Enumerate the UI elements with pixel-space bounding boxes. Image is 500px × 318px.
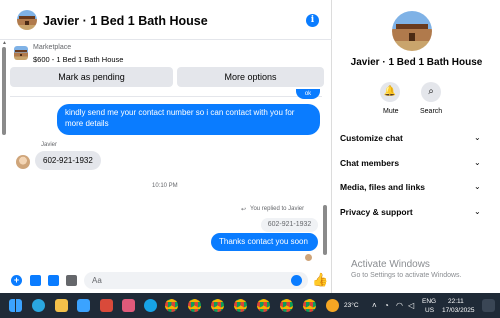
quoted-message: 602-921-1932 [261,218,318,232]
store-icon[interactable] [77,299,90,312]
file-explorer-icon[interactable] [55,299,68,312]
emoji-icon[interactable] [291,275,302,286]
listing-avatar[interactable] [17,10,37,30]
sender-avatar[interactable] [16,155,30,169]
chevron-down-icon[interactable]: ⌄ [474,182,481,191]
chevron-down-icon[interactable]: ⌄ [474,133,481,142]
more-options-button[interactable]: More options [177,67,324,87]
mark-pending-button[interactable]: Mark as pending [10,67,173,87]
read-receipt-avatar [305,254,312,261]
chrome-icon[interactable] [234,299,247,312]
section-chat-members[interactable]: Chat members [340,158,490,168]
chrome-icon[interactable] [303,299,316,312]
snipping-icon[interactable] [122,299,135,312]
search-icon[interactable]: ⌕ [421,82,441,102]
wifi-icon[interactable]: ◠ [396,301,403,310]
message-incoming-1: 602-921-1932 [35,151,101,170]
scroll-up-arrow[interactable]: ▲ [2,40,7,46]
chrome-icon[interactable] [280,299,293,312]
divider [10,96,322,97]
replied-note: You replied to Javier [250,206,305,212]
activation-watermark-title: Activate Windows [351,259,430,270]
activation-watermark-subtitle: Go to Settings to activate Windows. [351,272,462,279]
language-eng[interactable]: ENG [422,298,436,305]
chevron-down-icon[interactable]: ⌄ [474,207,481,216]
message-input[interactable]: Aa [84,272,308,289]
scrollbar-thumb-lower[interactable] [323,205,327,255]
chrome-icon[interactable] [165,299,178,312]
skype-icon[interactable] [144,299,157,312]
info-icon[interactable]: i [306,14,319,27]
volume-icon[interactable]: ◁ [408,301,414,310]
message-timestamp: 10:10 PM [152,183,178,189]
clock-time[interactable]: 22:11 [448,298,464,305]
section-privacy-support[interactable]: Privacy & support [340,207,490,217]
mute-icon[interactable]: 🔔 [380,82,400,102]
gif-icon[interactable] [66,275,77,286]
message-partial: ok [296,89,320,99]
section-media-files[interactable]: Media, files and links [340,182,490,192]
notification-icon[interactable] [482,299,495,312]
thumbs-up-icon[interactable]: 👍 [312,272,328,288]
chrome-icon[interactable] [257,299,270,312]
chrome-icon[interactable] [188,299,201,312]
message-outgoing-1: kindly send me your contact number so i … [57,104,320,135]
mute-label[interactable]: Mute [383,108,399,115]
image-icon[interactable] [30,275,41,286]
reply-arrow-icon: ↩ [241,207,247,213]
sticker-icon[interactable] [48,275,59,286]
windows-start-icon[interactable] [9,299,22,312]
plus-icon[interactable]: + [11,275,22,286]
network-icon[interactable]: ◔ [384,301,389,310]
message-outgoing-2: Thanks contact you soon [211,233,318,251]
tray-chevron-icon[interactable]: ˄ [372,301,377,310]
weather-icon[interactable] [326,299,339,312]
scrollbar-thumb[interactable] [2,47,6,135]
app-icon[interactable] [100,299,113,312]
panel-title: Javier · 1 Bed 1 Bath House [350,57,483,68]
section-customize-chat[interactable]: Customize chat [340,133,490,143]
marketplace-label: Marketplace [33,44,72,51]
chat-title[interactable]: Javier · 1 Bed 1 Bath House [43,14,208,28]
chevron-down-icon[interactable]: ⌄ [474,158,481,167]
taskbar [0,293,500,318]
weather-temp[interactable]: 23°C [344,302,359,309]
clock-date[interactable]: 17/03/2025 [442,307,475,314]
chrome-icon[interactable] [211,299,224,312]
search-label[interactable]: Search [420,108,442,115]
marketplace-thumbnail[interactable] [14,46,28,60]
edge-icon[interactable] [32,299,45,312]
language-us[interactable]: US [425,307,434,314]
panel-avatar[interactable] [392,11,432,51]
sender-name: Javier [41,142,58,148]
marketplace-item[interactable]: $600 - 1 Bed 1 Bath House [33,55,123,64]
